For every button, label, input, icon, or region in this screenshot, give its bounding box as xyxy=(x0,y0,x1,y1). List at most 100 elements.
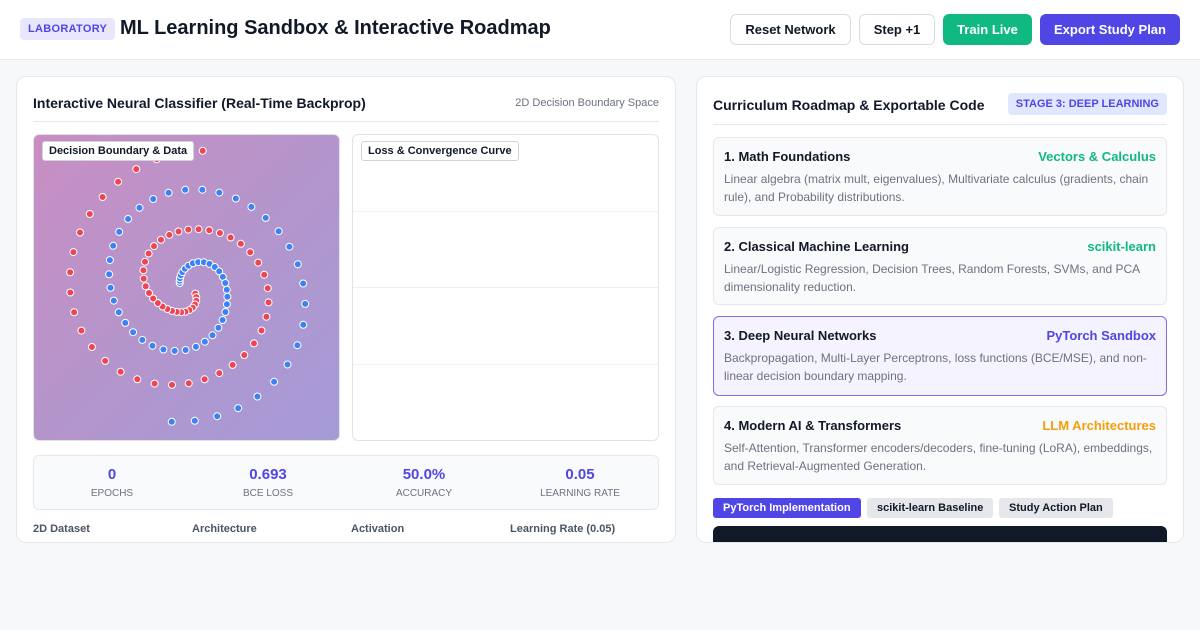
stat-value: 0.693 xyxy=(249,466,287,483)
class-0-point xyxy=(184,225,193,234)
export-study-plan-button[interactable]: Export Study Plan xyxy=(1040,14,1180,45)
roadmap-panel: Curriculum Roadmap & Exportable Code STA… xyxy=(696,76,1184,543)
tab-scikit-learn-baseline[interactable]: scikit-learn Baseline xyxy=(867,498,994,518)
class-1-point xyxy=(261,213,270,222)
spiral-dataset-plot xyxy=(66,146,310,426)
gridline xyxy=(353,211,658,212)
code-block xyxy=(713,526,1167,542)
class-1-point xyxy=(121,318,130,327)
step-button[interactable]: Step +1 xyxy=(859,14,935,45)
class-1-point xyxy=(231,194,240,203)
stat-learning-rate: 0.05 LEARNING RATE xyxy=(502,456,658,511)
class-1-point xyxy=(135,203,144,212)
class-1-point xyxy=(148,341,157,350)
class-0-point xyxy=(250,339,258,348)
class-0-point xyxy=(70,308,79,317)
class-1-point xyxy=(215,188,224,197)
stat-label: EPOCHS xyxy=(90,488,134,499)
tab-pytorch-implementation[interactable]: PyTorch Implementation xyxy=(713,498,861,518)
learning-rate-label: Learning Rate (0.05) xyxy=(510,523,616,535)
roadmap-card-deep-learning[interactable]: 3. Deep Neural Networks PyTorch Sandbox … xyxy=(713,316,1167,396)
class-0-point xyxy=(133,375,142,384)
roadmap-card-classical-ml[interactable]: 2. Classical Machine Learning scikit-lea… xyxy=(713,227,1167,305)
classifier-title: Interactive Neural Classifier (Real-Time… xyxy=(33,95,366,111)
decision-boundary-canvas[interactable]: Decision Boundary & Data xyxy=(33,134,340,441)
class-1-point xyxy=(105,270,114,279)
class-1-point xyxy=(293,341,302,350)
divider xyxy=(713,124,1167,125)
stat-accuracy: 50.0% ACCURACY xyxy=(346,456,502,511)
class-0-point xyxy=(69,248,78,257)
class-1-point xyxy=(270,377,279,386)
card-description: Backpropagation, Multi-Layer Perceptrons… xyxy=(724,351,1147,383)
class-0-point xyxy=(165,230,174,239)
class-1-point xyxy=(109,296,118,305)
architecture-select[interactable] xyxy=(192,542,339,543)
class-1-point xyxy=(109,241,118,250)
class-0-point xyxy=(116,367,125,376)
stat-label: BCE LOSS xyxy=(242,488,294,499)
class-1-point xyxy=(191,342,200,351)
stat-value: 0 xyxy=(107,466,117,483)
class-1-point xyxy=(208,331,217,340)
card-description: Self-Attention, Transformer encoders/dec… xyxy=(724,441,1153,473)
class-1-point xyxy=(221,308,230,316)
class-1-point xyxy=(221,279,230,287)
class-1-point xyxy=(164,188,173,197)
class-1-point xyxy=(222,300,231,309)
training-stats: 0 EPOCHS 0.693 BCE LOSS 50.0% ACCURACY 0… xyxy=(33,455,659,510)
class-0-point xyxy=(98,193,107,201)
card-tag: Vectors & Calculus xyxy=(1038,149,1156,164)
class-0-point xyxy=(215,369,224,378)
gridline xyxy=(353,364,658,365)
class-0-point xyxy=(150,379,159,388)
class-1-point xyxy=(170,346,179,355)
dataset-select[interactable] xyxy=(33,542,180,543)
activation-select[interactable] xyxy=(351,542,498,543)
class-1-point xyxy=(283,360,292,369)
card-title: 1. Math Foundations xyxy=(724,149,851,164)
class-1-point xyxy=(299,279,308,288)
class-0-point xyxy=(132,165,141,174)
class-1-point xyxy=(213,412,222,421)
roadmap-card-transformers[interactable]: 4. Modern AI & Transformers LLM Architec… xyxy=(713,406,1167,485)
decision-boundary-label: Decision Boundary & Data xyxy=(42,141,195,161)
class-1-point xyxy=(115,227,124,236)
classifier-panel: Interactive Neural Classifier (Real-Time… xyxy=(16,76,676,543)
train-live-button[interactable]: Train Live xyxy=(943,14,1032,45)
class-1-point xyxy=(253,392,262,401)
class-0-point xyxy=(236,239,245,248)
class-1-point xyxy=(200,337,209,346)
card-tag: PyTorch Sandbox xyxy=(1046,328,1156,343)
class-0-point xyxy=(85,210,94,218)
tab-study-action-plan[interactable]: Study Action Plan xyxy=(999,498,1113,518)
class-1-point xyxy=(223,292,232,301)
class-0-point xyxy=(264,298,273,307)
card-tag: LLM Architectures xyxy=(1042,418,1156,433)
class-0-point xyxy=(246,248,255,257)
class-1-point xyxy=(190,416,199,425)
class-0-point xyxy=(205,226,214,235)
architecture-label: Architecture xyxy=(192,523,257,535)
card-title: 2. Classical Machine Learning xyxy=(724,239,909,254)
class-0-point xyxy=(139,266,148,275)
class-0-point xyxy=(240,351,249,359)
card-description: Linear/Logistic Regression, Decision Tre… xyxy=(724,262,1140,294)
class-0-point xyxy=(184,379,193,388)
class-0-point xyxy=(254,258,263,267)
class-0-point xyxy=(194,225,203,234)
class-0-point xyxy=(150,242,158,251)
class-1-point xyxy=(129,328,138,337)
stat-bce-loss: 0.693 BCE LOSS xyxy=(190,456,346,511)
reset-network-button[interactable]: Reset Network xyxy=(730,14,851,45)
stat-label: LEARNING RATE xyxy=(540,488,620,499)
laboratory-badge: LABORATORY xyxy=(20,18,116,40)
class-0-point xyxy=(139,274,148,283)
roadmap-card-math[interactable]: 1. Math Foundations Vectors & Calculus L… xyxy=(713,137,1167,216)
card-description: Linear algebra (matrix mult, eigenvalues… xyxy=(724,172,1149,204)
class-0-point xyxy=(144,249,153,258)
class-0-point xyxy=(168,380,176,389)
class-0-point xyxy=(141,257,149,266)
class-0-point xyxy=(145,289,153,297)
card-title: 3. Deep Neural Networks xyxy=(724,328,877,343)
